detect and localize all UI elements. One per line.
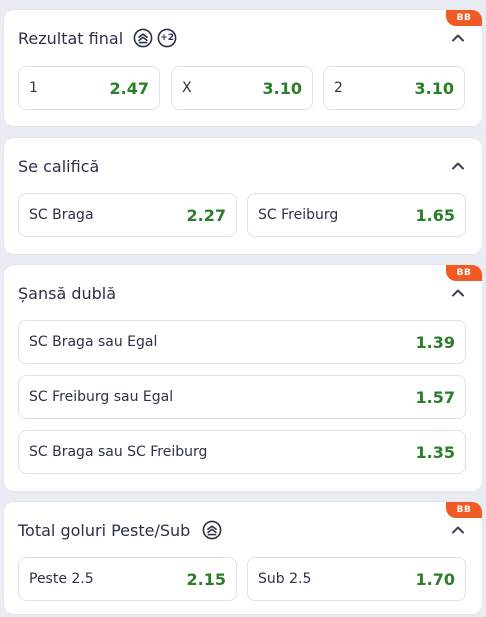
outcome-label: Sub 2.5: [258, 571, 312, 587]
outcome-label: SC Braga: [29, 207, 94, 223]
market-card-se-califica: Se califică SC Braga 2.27 SC Freiburg 1.…: [4, 138, 482, 254]
market-header[interactable]: Rezultat final +2: [18, 26, 468, 50]
market-title: Rezultat final: [18, 28, 124, 48]
outcome-label: X: [182, 80, 192, 96]
outcome-label: SC Braga sau Egal: [29, 334, 158, 350]
bet-builder-badge: BB: [446, 502, 482, 518]
market-card-total-goluri: BB Total goluri Peste/Sub Peste 2.5 2.15…: [4, 502, 482, 614]
outcome-button-1x[interactable]: SC Braga sau Egal 1.39: [18, 320, 466, 364]
market-header[interactable]: Se califică: [18, 154, 468, 178]
bet-builder-icon: [202, 520, 222, 540]
market-header[interactable]: Total goluri Peste/Sub: [18, 518, 468, 542]
market-title: Se califică: [18, 156, 100, 176]
outcome-button-1[interactable]: 1 2.47: [18, 66, 160, 110]
market-title: Total goluri Peste/Sub: [18, 520, 191, 540]
chevron-up-icon[interactable]: [448, 28, 468, 48]
outcome-odd: 1.39: [415, 332, 455, 352]
outcome-odd: 2.47: [109, 78, 149, 98]
outcome-button-over[interactable]: Peste 2.5 2.15: [18, 557, 237, 601]
chevron-up-icon[interactable]: [448, 283, 468, 303]
bet-builder-badge: BB: [446, 10, 482, 26]
chevron-up-icon[interactable]: [448, 156, 468, 176]
market-card-rezultat-final: BB Rezultat final +2 1 2.47 X 3.10 2 3.1…: [4, 10, 482, 126]
outcome-odd: 1.35: [415, 442, 455, 462]
market-card-sansa-dubla: BB Șansă dublă SC Braga sau Egal 1.39 SC…: [4, 265, 482, 491]
outcome-label: SC Freiburg: [258, 207, 339, 223]
outcome-odd: 1.70: [415, 569, 455, 589]
outcome-button-12[interactable]: SC Braga sau SC Freiburg 1.35: [18, 430, 466, 474]
outcome-label: SC Braga sau SC Freiburg: [29, 444, 208, 460]
bet-builder-badge: BB: [446, 265, 482, 281]
bet-builder-icon: [133, 28, 153, 48]
outcome-odd: 1.57: [415, 387, 455, 407]
outcome-button-under[interactable]: Sub 2.5 1.70: [247, 557, 466, 601]
outcome-odd: 3.10: [262, 78, 302, 98]
outcome-label: 1: [29, 80, 38, 96]
outcome-button-x[interactable]: X 3.10: [171, 66, 313, 110]
outcome-odd: 1.65: [415, 205, 455, 225]
outcome-label: Peste 2.5: [29, 571, 94, 587]
outcome-odd: 2.27: [186, 205, 226, 225]
outcome-button-2[interactable]: 2 3.10: [323, 66, 465, 110]
market-title: Șansă dublă: [18, 283, 117, 303]
outcome-button-away[interactable]: SC Freiburg 1.65: [247, 193, 466, 237]
market-header[interactable]: Șansă dublă: [18, 281, 468, 305]
outcome-label: SC Freiburg sau Egal: [29, 389, 174, 405]
extra-markets-icon: +2: [157, 28, 177, 48]
outcome-button-x2[interactable]: SC Freiburg sau Egal 1.57: [18, 375, 466, 419]
extra-markets-count: +2: [160, 33, 175, 43]
outcome-odd: 2.15: [186, 569, 226, 589]
outcome-button-home[interactable]: SC Braga 2.27: [18, 193, 237, 237]
outcome-label: 2: [334, 80, 343, 96]
outcome-odd: 3.10: [414, 78, 454, 98]
chevron-up-icon[interactable]: [448, 520, 468, 540]
